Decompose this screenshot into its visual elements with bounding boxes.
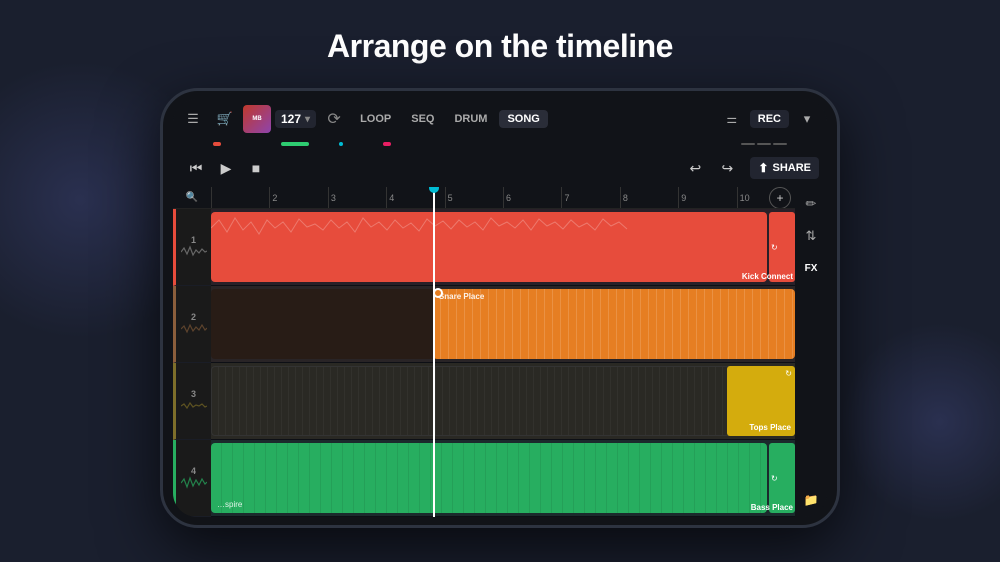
track-num-4: 4	[191, 466, 196, 476]
play-button[interactable]: ▶	[211, 153, 241, 183]
tempo-sync-button[interactable]: ⟳	[320, 105, 348, 133]
top-bar: ☰ 🛒 MB 127 ▾ ⟳ LOOP SEQ DRUM SONG ⚌ REC …	[173, 99, 827, 139]
mode-loop[interactable]: LOOP	[352, 110, 399, 128]
indicator-pink	[383, 142, 391, 146]
indicator-green	[281, 142, 309, 146]
timeline-area: 🔍 1 2	[173, 187, 827, 517]
bpm-control[interactable]: 127 ▾	[275, 110, 316, 128]
ruler-mark-2: 2	[269, 187, 327, 208]
clip-kick-label-text: Kick Connect	[742, 272, 795, 281]
track-row-4[interactable]: …spire ↻ Bass Place	[211, 440, 795, 517]
bpm-value: 127	[281, 112, 301, 126]
track-label-3[interactable]: 3	[173, 363, 211, 440]
indicator-row	[173, 139, 827, 149]
mode-song[interactable]: SONG	[499, 110, 547, 128]
clip-kick-main[interactable]	[211, 212, 767, 282]
bass-label-text: Bass Place	[751, 503, 795, 512]
ruler-mark-1	[211, 187, 269, 208]
cart-button[interactable]: 🛒	[211, 105, 239, 133]
track-row-1[interactable]: ↻ Kick Connect	[211, 209, 795, 286]
share-button[interactable]: ⬆ SHARE	[750, 157, 819, 179]
rewind-button[interactable]: ⏮	[181, 153, 211, 183]
clip-snare[interactable]: Snare Place	[433, 289, 795, 359]
fx-button[interactable]: FX	[798, 255, 824, 281]
ruler-mark-5: 5	[445, 187, 503, 208]
right-panel: ✏ ⇅ FX 📁	[795, 187, 827, 517]
indicator-cyan	[339, 142, 343, 146]
bg-decoration-right	[840, 322, 1000, 522]
timeline-ruler: 2 3 4 5 6 7 8 9 10 +	[211, 187, 795, 209]
zoom-button[interactable]: +	[769, 187, 791, 209]
rec-button[interactable]: REC	[750, 110, 789, 128]
track-label-header: 🔍	[173, 187, 211, 209]
track-waveform-2	[181, 322, 207, 336]
clip-tops[interactable]: ↻ Tops Place	[727, 366, 795, 436]
track-num-2: 2	[191, 312, 196, 322]
share-icon: ⬆	[758, 161, 768, 175]
phone-frame: ☰ 🛒 MB 127 ▾ ⟳ LOOP SEQ DRUM SONG ⚌ REC …	[160, 88, 840, 528]
overflow-button[interactable]: ▾	[793, 105, 821, 133]
track-label-4[interactable]: 4	[173, 440, 211, 517]
search-icon[interactable]: 🔍	[186, 192, 198, 203]
undo-redo-group: ↩ ↪	[680, 153, 742, 183]
bass-aspire-text: …spire	[217, 500, 242, 509]
ruler-marks: 2 3 4 5 6 7 8 9 10	[211, 187, 795, 208]
loop-icon: ↻	[769, 241, 780, 254]
indicator-lines	[741, 143, 787, 145]
album-art[interactable]: MB	[243, 105, 271, 133]
mode-drum[interactable]: DRUM	[446, 110, 495, 128]
bpm-chevron-icon: ▾	[305, 114, 310, 125]
track-row-3[interactable]: ↻ Tops Place	[211, 363, 795, 440]
playhead	[433, 187, 435, 517]
headline: Arrange on the timeline	[0, 28, 1000, 65]
redo-button[interactable]: ↪	[712, 153, 742, 183]
track-label-1[interactable]: 1	[173, 209, 211, 286]
folder-button[interactable]: 📁	[798, 487, 824, 513]
indicator-red	[213, 142, 221, 146]
tops-label: Tops Place	[749, 423, 791, 432]
snare-label: Snare Place	[439, 292, 484, 301]
undo-button[interactable]: ↩	[680, 153, 710, 183]
menu-button[interactable]: ☰	[179, 105, 207, 133]
track-labels-column: 🔍 1 2	[173, 187, 211, 517]
transport-bar: ⏮ ▶ ■ ↩ ↪ ⬆ SHARE	[173, 149, 827, 187]
track-waveform-4	[181, 476, 207, 490]
ruler-mark-8: 8	[620, 187, 678, 208]
rec-label: REC	[758, 113, 781, 125]
track-waveform-1	[181, 245, 207, 259]
track-num-3: 3	[191, 389, 196, 399]
track-num-1: 1	[191, 235, 196, 245]
tops-loop-icon: ↻	[785, 369, 792, 378]
mixer-eq-button[interactable]: ⚌	[718, 105, 746, 133]
clip-bass[interactable]: …spire	[211, 443, 767, 513]
track-row-2[interactable]: Snare Place	[211, 286, 795, 363]
sequencer-main: 2 3 4 5 6 7 8 9 10 +	[211, 187, 795, 517]
mixer-button[interactable]: ⇅	[798, 223, 824, 249]
share-label: SHARE	[772, 162, 811, 174]
app-screen: ☰ 🛒 MB 127 ▾ ⟳ LOOP SEQ DRUM SONG ⚌ REC …	[173, 99, 827, 517]
edit-button[interactable]: ✏	[798, 191, 824, 217]
ruler-mark-9: 9	[678, 187, 736, 208]
mode-seq[interactable]: SEQ	[403, 110, 442, 128]
ruler-mark-7: 7	[561, 187, 619, 208]
ruler-mark-6: 6	[503, 187, 561, 208]
bass-loop-icon: ↻	[769, 472, 780, 485]
stop-button[interactable]: ■	[241, 153, 271, 183]
ruler-mark-3: 3	[328, 187, 386, 208]
track-label-2[interactable]: 2	[173, 286, 211, 363]
track-waveform-3	[181, 399, 207, 413]
